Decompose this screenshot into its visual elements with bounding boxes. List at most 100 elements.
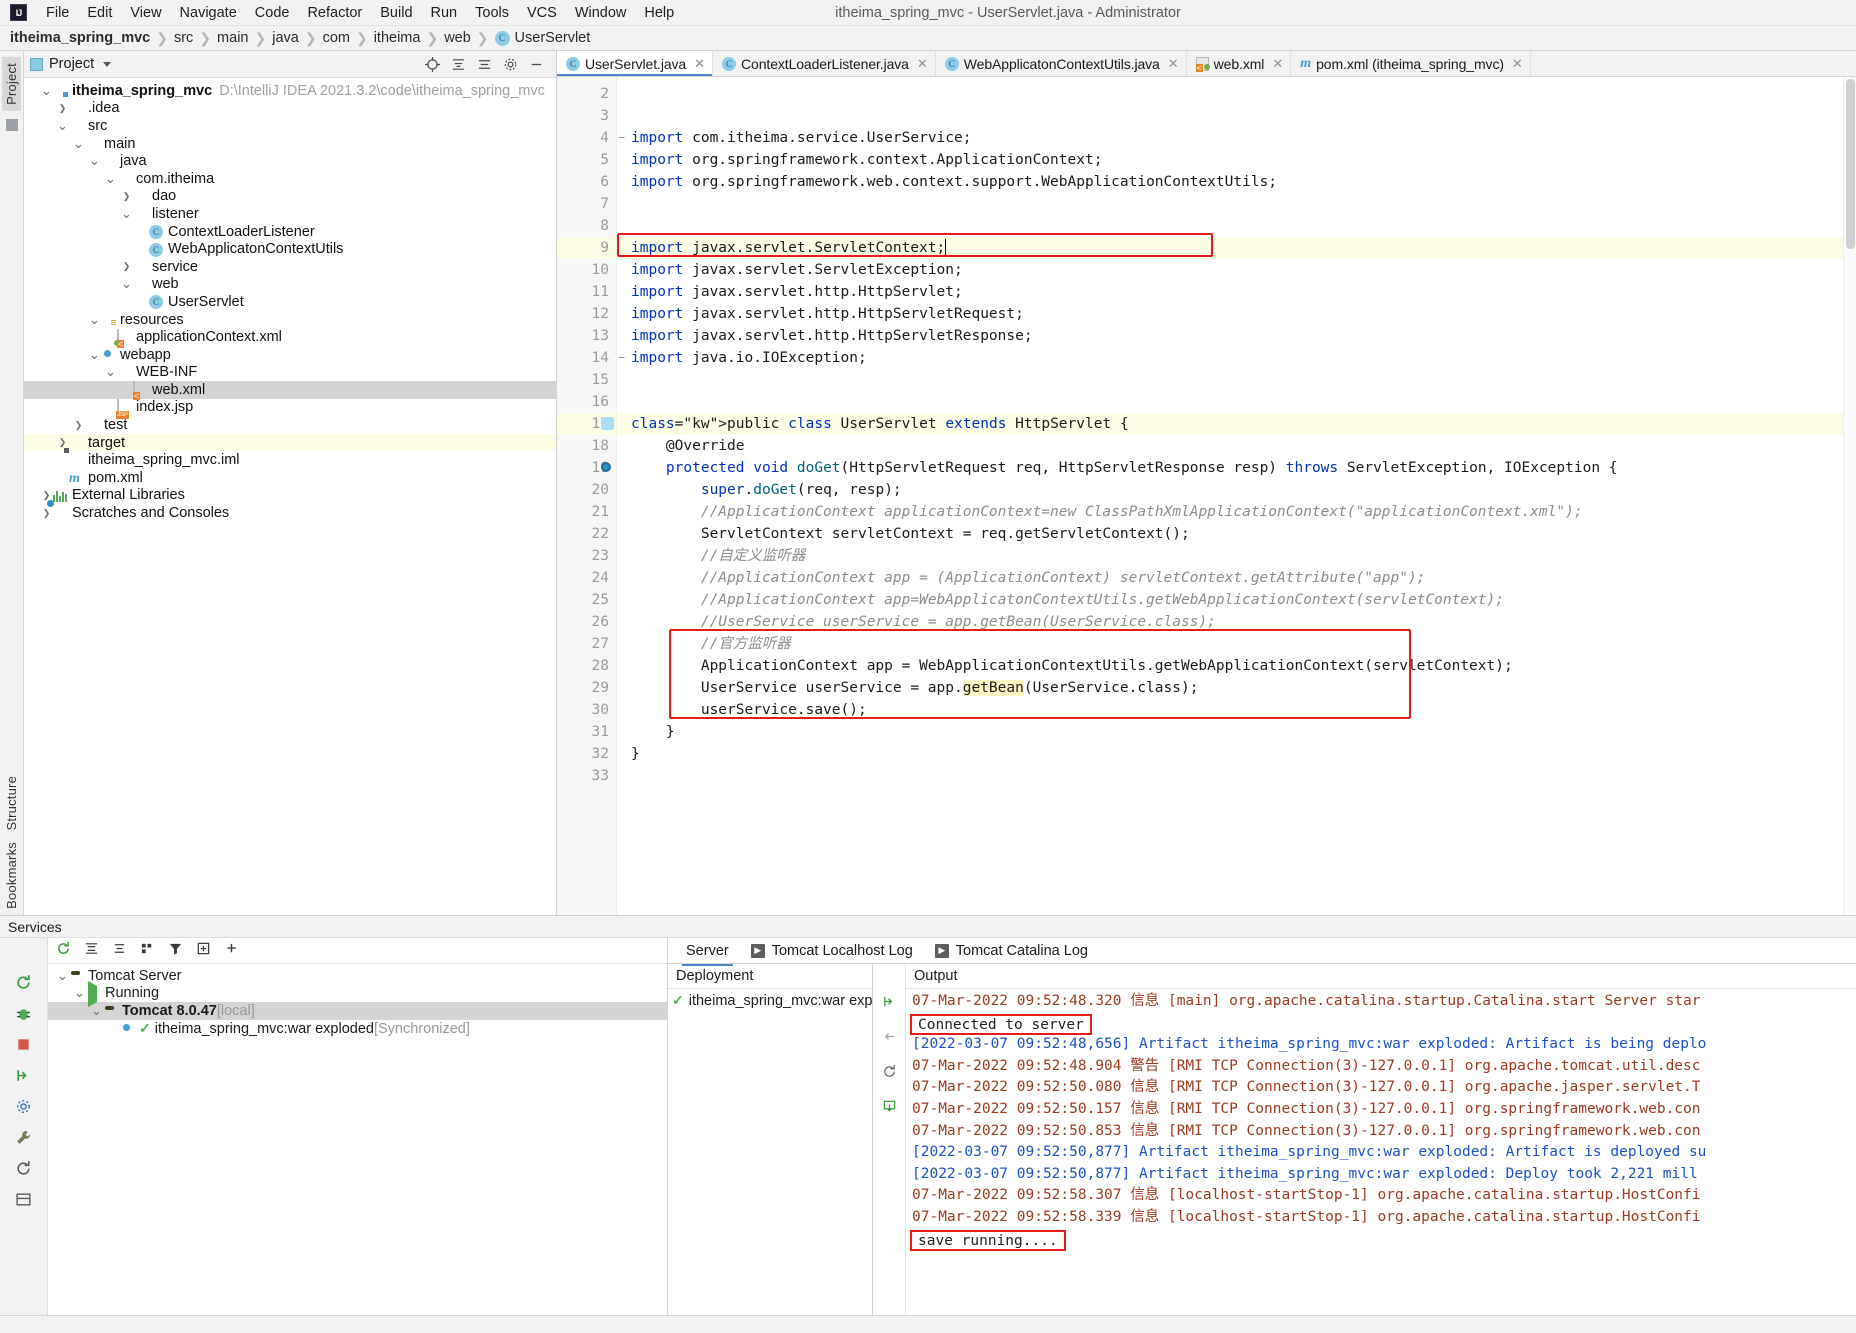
editor-gutter[interactable]: 234−567891011121314−15161718192021222324… [557, 77, 625, 915]
menu-build[interactable]: Build [371, 3, 421, 23]
code-line[interactable]: protected void doGet(HttpServletRequest … [617, 457, 1843, 479]
editor-tab[interactable]: C WebApplicatonContextUtils.java ✕ [936, 51, 1187, 76]
line-number[interactable]: 32 [557, 743, 616, 765]
line-number[interactable]: 21 [557, 501, 616, 523]
code-line[interactable]: import javax.servlet.http.HttpServletReq… [617, 303, 1843, 325]
chevron-right-icon[interactable]: ❯ [40, 508, 53, 519]
project-tree-node[interactable]: ❯ Scratches and Consoles [24, 504, 556, 522]
export-icon[interactable] [882, 1099, 897, 1118]
project-tree-node[interactable]: index.jsp [24, 398, 556, 417]
menu-navigate[interactable]: Navigate [171, 3, 246, 23]
scrollbar-thumb[interactable] [1846, 79, 1855, 249]
breadcrumb-item-project[interactable]: itheima_spring_mvc [4, 30, 150, 46]
project-tree-node[interactable]: ❯ service [24, 258, 556, 276]
locate-icon[interactable] [425, 56, 440, 72]
project-tree-node[interactable]: itheima_spring_mvc.iml [24, 451, 556, 469]
code-line[interactable]: ApplicationContext app = WebApplicationC… [617, 655, 1843, 677]
menu-edit[interactable]: Edit [78, 3, 121, 23]
breadcrumb-item-itheima[interactable]: itheima [374, 30, 421, 46]
jump-to-source-icon[interactable] [882, 994, 897, 1013]
close-tab-icon[interactable]: ✕ [1512, 56, 1523, 72]
chevron-right-icon[interactable]: ❯ [56, 103, 69, 114]
project-tree-node[interactable]: ❯ target [24, 433, 556, 452]
add-service-icon[interactable] [224, 941, 239, 960]
line-number[interactable]: 14− [557, 347, 625, 369]
code-line[interactable]: import javax.servlet.http.HttpServlet; [617, 281, 1843, 303]
code-line[interactable] [617, 83, 1843, 105]
menu-tools[interactable]: Tools [466, 3, 518, 23]
group-by-icon[interactable] [140, 941, 155, 960]
output-console[interactable]: 07-Mar-2022 09:52:48.320 信息 [main] org.a… [906, 989, 1856, 1315]
project-tree-node[interactable]: ❯ dao [24, 188, 556, 206]
line-number[interactable]: 27 [557, 633, 616, 655]
line-number[interactable]: 3 [557, 105, 616, 127]
services-tree-node[interactable]: ✓ itheima_spring_mvc:war exploded [Synchr… [48, 1020, 667, 1038]
layout-icon[interactable] [15, 1191, 32, 1208]
code-line[interactable]: } [617, 743, 1843, 765]
services-tab-bar[interactable]: Server ▶ Tomcat Localhost Log ▶ Tomcat Catal… [668, 938, 1856, 966]
code-line[interactable]: import com.itheima.service.UserService; [617, 127, 1843, 149]
project-tree-node[interactable]: ⌄ resources [24, 311, 556, 329]
code-line[interactable]: UserService userService = app.getBean(Us… [617, 677, 1843, 699]
chevron-down-icon[interactable]: ⌄ [120, 207, 133, 220]
stop-icon[interactable] [15, 1036, 32, 1053]
line-number[interactable]: 33 [557, 765, 616, 787]
line-number[interactable]: 19 [557, 457, 616, 479]
code-line[interactable]: ServletContext servletContext = req.getS… [617, 523, 1843, 545]
project-tree-node[interactable]: C UserServlet [24, 293, 556, 311]
chevron-down-icon[interactable]: ⌄ [56, 119, 69, 132]
line-number[interactable]: 15 [557, 369, 616, 391]
close-tab-icon[interactable]: ✕ [694, 56, 705, 72]
chevron-down-icon[interactable] [103, 61, 112, 67]
code-line[interactable] [617, 105, 1843, 127]
breadcrumb-item-src[interactable]: src [174, 30, 193, 46]
code-editor[interactable]: 234−567891011121314−15161718192021222324… [557, 77, 1856, 915]
code-line[interactable] [617, 215, 1843, 237]
code-line[interactable]: import javax.servlet.http.HttpServletRes… [617, 325, 1843, 347]
line-number[interactable]: 10 [557, 259, 616, 281]
line-number[interactable]: 29 [557, 677, 616, 699]
breadcrumb-item-userservlet[interactable]: C UserServlet [494, 30, 590, 46]
rerun-icon[interactable] [15, 974, 32, 991]
editor-scrollbar[interactable] [1843, 77, 1856, 915]
line-number[interactable]: 12 [557, 303, 616, 325]
line-number[interactable]: 18 [557, 435, 616, 457]
filter-icon[interactable] [168, 941, 183, 960]
close-tab-icon[interactable]: ✕ [1272, 56, 1283, 72]
menu-view[interactable]: View [121, 3, 170, 23]
line-number[interactable]: 17 [557, 413, 616, 435]
line-number[interactable]: 4− [557, 127, 625, 149]
line-number[interactable]: 24 [557, 567, 616, 589]
chevron-right-icon[interactable]: ❯ [72, 420, 85, 431]
code-line[interactable]: import javax.servlet.ServletContext; [617, 237, 1843, 259]
services-tree-node[interactable]: ⌄ Tomcat 8.0.47 [local] [48, 1002, 667, 1020]
editor-tab[interactable]: C ContextLoaderListener.java ✕ [713, 51, 936, 76]
project-tree-node[interactable]: ⌄ web [24, 276, 556, 294]
menu-help[interactable]: Help [635, 3, 683, 23]
line-number[interactable]: 31 [557, 721, 616, 743]
line-number[interactable]: 5 [557, 149, 616, 171]
add-tab-icon[interactable] [196, 941, 211, 960]
editor-tab[interactable]: web.xml ✕ [1187, 51, 1292, 76]
code-line[interactable]: import org.springframework.web.context.s… [617, 171, 1843, 193]
breadcrumb-item-com[interactable]: com [323, 30, 350, 46]
line-number[interactable]: 23 [557, 545, 616, 567]
redeploy-icon[interactable] [882, 1064, 897, 1083]
code-line[interactable]: //ApplicationContext applicationContext=… [617, 501, 1843, 523]
chevron-right-icon[interactable]: ❯ [120, 191, 133, 202]
code-line[interactable]: super.doGet(req, resp); [617, 479, 1843, 501]
chevron-right-icon[interactable]: ❯ [120, 261, 133, 272]
chevron-down-icon[interactable]: ⌄ [56, 969, 69, 982]
chevron-down-icon[interactable]: ⌄ [88, 313, 101, 326]
breadcrumb-item-main[interactable]: main [217, 30, 248, 46]
menu-refactor[interactable]: Refactor [298, 3, 371, 23]
deployment-row[interactable]: ✓ itheima_spring_mvc:war exploded [668, 989, 872, 1012]
code-line[interactable]: //ApplicationContext app=WebApplicatonCo… [617, 589, 1843, 611]
project-title[interactable]: Project [30, 56, 112, 72]
chevron-down-icon[interactable]: ⌄ [90, 1004, 103, 1017]
chevron-right-icon[interactable]: ❯ [56, 437, 69, 448]
project-tree-node[interactable]: ⌄ listener [24, 205, 556, 223]
line-number[interactable]: 22 [557, 523, 616, 545]
line-number[interactable]: 16 [557, 391, 616, 413]
code-line[interactable]: //UserService userService = app.getBean(… [617, 611, 1843, 633]
